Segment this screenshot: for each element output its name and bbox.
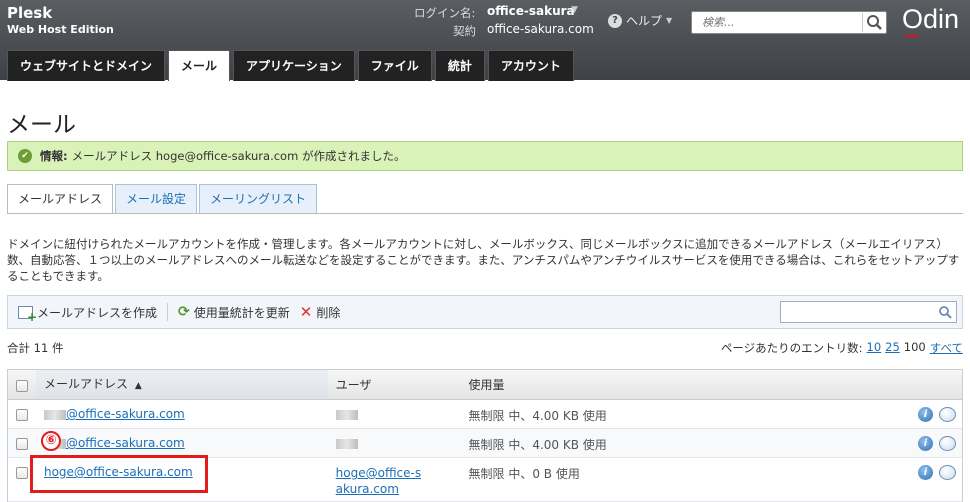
per-page-100-current: 100 [903,340,926,354]
create-email-label: メールアドレスを作成 [37,305,158,320]
contract-label: 契約 [453,24,476,38]
tab-websites-domains[interactable]: ウェブサイトとドメイン [7,50,166,81]
user-cell [328,407,461,421]
select-all-checkbox[interactable] [15,379,28,392]
tab-mail[interactable]: メール [168,50,231,81]
row-checkbox-cell [8,436,36,450]
column-usage-header[interactable]: 使用量 [461,376,881,393]
message-label: 情報: [40,149,68,163]
tab-email-addresses[interactable]: メールアドレス [7,184,114,213]
brand-subtitle: Web Host Edition [7,23,114,36]
main-nav-tabs: ウェブサイトとドメイン メール アプリケーション ファイル 統計 アカウント [7,50,574,81]
table-row: @office-sakura.com 無制限 中、4.00 KB 使用 i [8,400,962,429]
delete-button[interactable]: ✕ 削除 [300,303,351,321]
usage-cell: 無制限 中、0 B 使用 [468,467,580,481]
message-text: メールアドレス hoge@office-sakura.com が作成されました。 [71,149,406,163]
refresh-icon: ⟳ [178,304,190,320]
brand-title: Plesk [7,4,53,22]
page-description: ドメインに紐付けられたメールアカウントを作成・管理します。各メールアカウントに対… [7,237,960,283]
contract-value: office-sakura.com [487,22,594,36]
user-cell [328,436,461,450]
tab-files[interactable]: ファイル [357,50,432,81]
top-header: Plesk Web Host Edition ログイン名: office-sak… [0,0,970,81]
email-cell: @office-sakura.com [36,407,328,421]
help-label: ヘルプ [626,14,663,28]
select-all-cell [8,378,36,392]
usage-cell: 無制限 中、4.00 KB 使用 [468,409,607,423]
login-label: ログイン名: [414,6,476,20]
info-icon[interactable]: i [917,407,933,422]
tab-statistics[interactable]: 統計 [434,50,485,81]
refresh-usage-label: 使用量統計を更新 [193,305,290,320]
refresh-usage-button[interactable]: ⟳ 使用量統計を更新 [178,304,300,321]
user-link[interactable]: hoge@office-sakura.com [336,465,426,497]
global-search[interactable] [691,11,887,34]
blurred-text [335,438,358,449]
delete-label: 削除 [316,305,341,320]
odin-logo: Odin [902,4,960,34]
email-cell: @office-sakura.com [36,436,328,450]
help-menu[interactable]: ? ヘルプ ▼ [608,12,672,29]
info-icon[interactable]: i [917,465,933,480]
global-search-input[interactable] [692,12,852,33]
list-search-input[interactable] [780,301,957,323]
logo-accent [905,35,918,37]
row-actions: i [880,465,962,480]
row-actions: i [880,436,962,451]
row-actions: i [880,407,962,422]
tab-mail-settings[interactable]: メール設定 [115,184,198,213]
row-checkbox[interactable] [15,438,28,450]
row-checkbox[interactable] [15,409,28,421]
check-icon: ✔ [18,149,32,163]
toolbar-separator [167,303,169,321]
create-mail-icon [18,305,37,324]
user-cell: hoge@office-sakura.com [328,465,461,497]
total-count: 合計 11 件 [7,341,64,355]
success-message: ✔ 情報: メールアドレス hoge@office-sakura.com が作成… [7,141,963,171]
delete-icon: ✕ [299,303,313,321]
usage-cell: 無制限 中、4.00 KB 使用 [468,438,607,452]
help-icon: ? [608,13,622,28]
column-user-header[interactable]: ユーザ [328,376,461,393]
chevron-down-icon[interactable]: ▼ [571,5,578,15]
chevron-down-icon: ▼ [666,16,673,25]
per-page-25-link[interactable]: 25 [885,340,900,356]
tab-applications[interactable]: アプリケーション [233,50,355,81]
webmail-icon[interactable] [938,436,956,451]
email-link[interactable]: @office-sakura.com [66,407,185,421]
divider [7,213,963,214]
webmail-icon[interactable] [938,407,956,422]
page-title: メール [7,112,76,138]
search-icon[interactable] [862,13,884,32]
column-email-label: メールアドレス [43,377,128,391]
highlight-box [30,455,208,493]
tab-account[interactable]: アカウント [487,50,574,81]
toolbar: メールアドレスを作成 ⟳ 使用量統計を更新 ✕ 削除 [7,295,963,329]
login-user-menu[interactable]: office-sakura [487,4,575,18]
per-page-all-link[interactable]: すべて [930,340,963,356]
sort-asc-icon: ▲ [134,381,142,391]
create-email-button[interactable]: メールアドレスを作成 [18,304,167,324]
per-page-10-link[interactable]: 10 [867,340,882,356]
blurred-text [335,409,358,420]
step-number-badge: ⑥ [41,431,61,451]
table-header: メールアドレス ▲ ユーザ 使用量 [8,370,962,400]
webmail-icon[interactable] [938,465,956,480]
row-checkbox-cell [8,407,36,421]
per-page-label: ページあたりのエントリ数: [720,341,863,355]
column-email-header[interactable]: メールアドレス ▲ [35,370,328,399]
sub-tabs: メールアドレス メール設定 メーリングリスト [7,184,318,213]
per-page-selector: ページあたりのエントリ数: 10 25 100 すべて [721,340,963,356]
table-row: @office-sakura.com 無制限 中、4.00 KB 使用 i [8,429,962,458]
search-icon[interactable] [938,305,952,319]
blurred-text [43,409,66,420]
info-icon[interactable]: i [917,436,933,451]
tab-mailing-lists[interactable]: メーリングリスト [199,184,318,213]
email-link[interactable]: @office-sakura.com [66,436,185,450]
row-checkbox[interactable] [15,467,28,479]
